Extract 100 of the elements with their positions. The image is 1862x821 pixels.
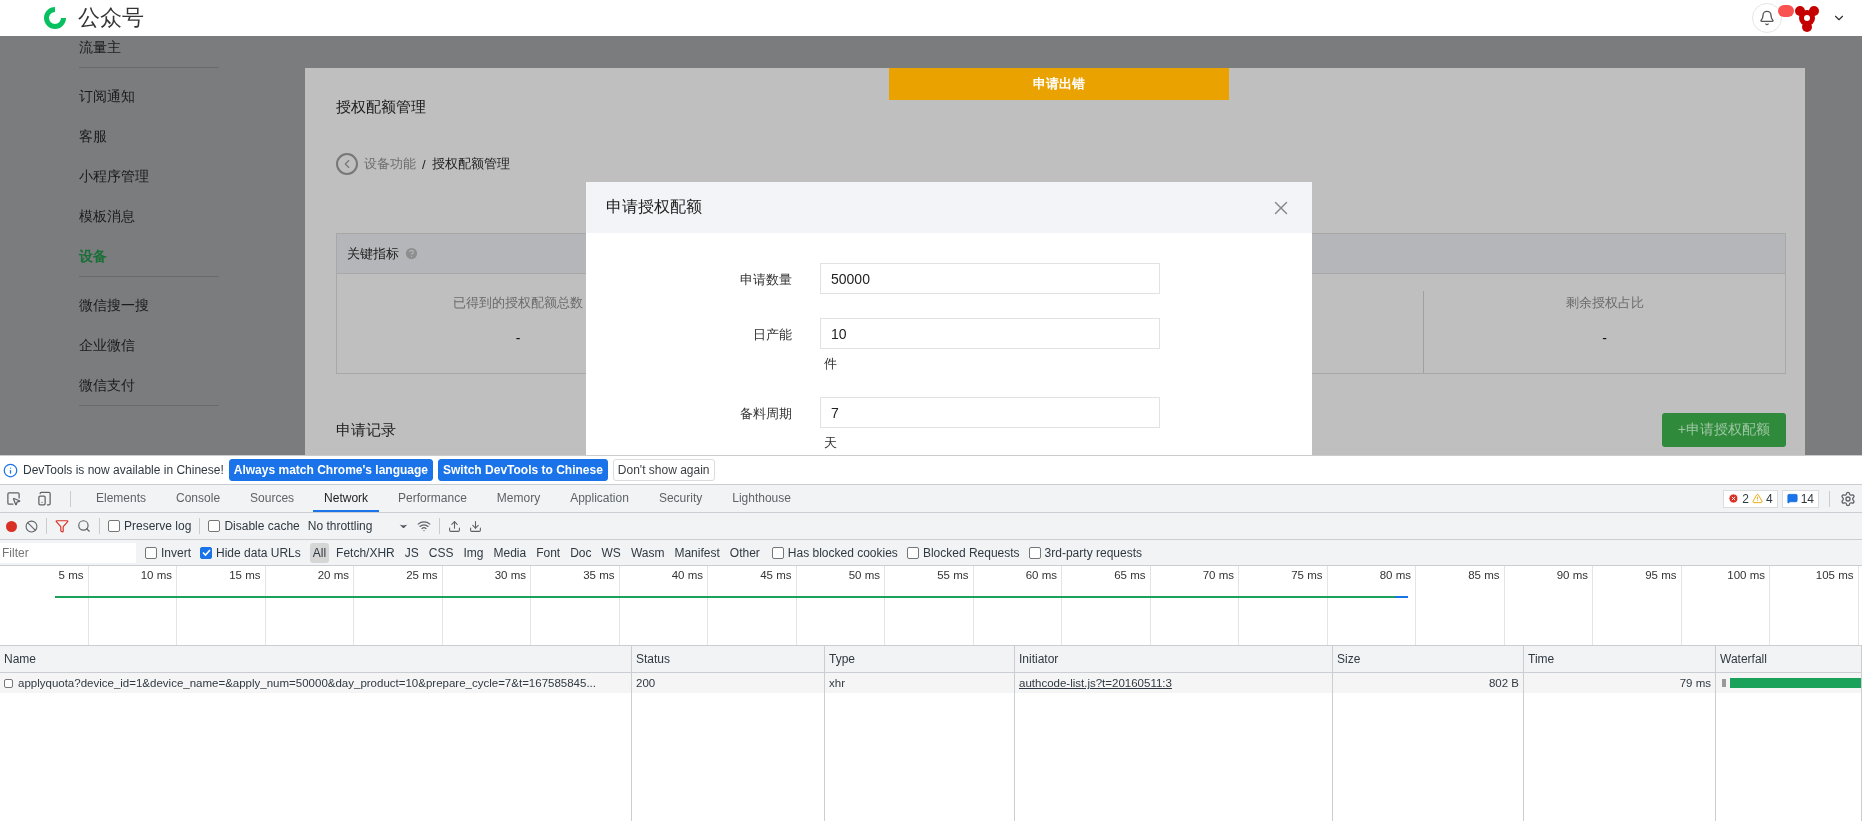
table-cell[interactable]: applyquota?device_id=1&device_name=&apply_num=50000&day_product=10&prepare_cycle=7&t=167585845... — [0, 673, 632, 693]
tick-label: 35 ms — [583, 569, 615, 581]
devtools-tab[interactable]: Memory — [485, 485, 552, 512]
tick-label: 25 ms — [406, 569, 438, 581]
error-icon — [1728, 493, 1740, 504]
type-filter[interactable]: Wasm — [627, 542, 668, 563]
checkbox[interactable] — [906, 546, 919, 559]
input-field[interactable]: 50000 — [820, 263, 1160, 294]
device-toolbar-icon[interactable] — [37, 491, 52, 506]
column-header[interactable]: Size — [1333, 646, 1524, 673]
metric-label: 剩余授权占比 — [1565, 294, 1644, 312]
checkbox-label: Has blocked cookies — [787, 545, 898, 560]
type-filter[interactable]: WS — [598, 542, 624, 563]
inspect-icon[interactable] — [6, 491, 21, 506]
checkbox[interactable] — [200, 546, 212, 559]
tick-label: 105 ms — [1815, 569, 1854, 581]
unit-label: 件 — [823, 355, 838, 373]
tick-label: 55 ms — [937, 569, 969, 581]
infobar-button[interactable]: Always match Chrome's language — [228, 459, 434, 481]
tick-label: 40 ms — [671, 569, 703, 581]
tick-label: 70 ms — [1202, 569, 1234, 581]
type-filter[interactable]: Img — [460, 542, 487, 563]
devtools-tab[interactable]: Performance — [387, 485, 478, 512]
sidebar-item[interactable]: 流量主 — [79, 36, 305, 67]
tick-label: 30 ms — [494, 569, 526, 581]
sidebar-item[interactable]: 企业微信 — [79, 325, 305, 365]
input-field[interactable]: 7 — [820, 397, 1160, 428]
upload-icon[interactable] — [448, 519, 462, 533]
checkbox[interactable] — [145, 546, 157, 559]
dialog-title: 申请授权配额 — [606, 197, 702, 217]
checkbox[interactable] — [108, 520, 120, 532]
sidebar-item[interactable]: 客服 — [79, 116, 305, 156]
throttling-select[interactable]: No throttling — [307, 519, 410, 533]
filter-icon[interactable] — [55, 519, 69, 533]
devtools-tab[interactable]: Application — [559, 485, 640, 512]
warning-count: 4 — [1765, 491, 1773, 506]
sidebar-item[interactable]: 小程序管理 — [79, 156, 305, 196]
tick-label: 5 ms — [58, 569, 84, 581]
type-filter[interactable]: Media — [490, 542, 530, 563]
checkbox[interactable] — [771, 546, 784, 559]
avatar-icon[interactable] — [1792, 4, 1822, 32]
type-filter[interactable]: JS — [401, 542, 422, 563]
infobar-button[interactable]: Don't show again — [612, 459, 715, 481]
clear-icon[interactable] — [25, 519, 38, 533]
metric-value: - — [1602, 330, 1607, 346]
column-header[interactable]: Name — [0, 646, 632, 673]
type-filter[interactable]: Fetch/XHR — [333, 542, 398, 563]
logo-icon — [42, 5, 68, 31]
unit-label: 天 — [823, 434, 838, 452]
type-filter[interactable]: CSS — [425, 542, 457, 563]
type-filter[interactable]: All — [309, 542, 330, 563]
field-label: 申请数量 — [739, 271, 792, 289]
tick-label: 75 ms — [1291, 569, 1323, 581]
sidebar-item[interactable]: 微信搜一搜 — [79, 285, 305, 325]
type-filter[interactable]: Other — [726, 542, 763, 563]
messages-counter[interactable]: 14 — [1781, 489, 1819, 508]
tick-label: 95 ms — [1645, 569, 1677, 581]
message-count: 14 — [1800, 491, 1814, 506]
table-cell: xhr — [825, 673, 1015, 693]
table-cell: 79 ms — [1524, 673, 1716, 693]
checkbox[interactable] — [1028, 546, 1041, 559]
search-icon[interactable] — [77, 519, 91, 533]
network-conditions-icon[interactable] — [417, 519, 432, 533]
column-header[interactable]: Type — [825, 646, 1015, 673]
type-filter[interactable]: Font — [533, 542, 564, 563]
type-filter[interactable]: Manifest — [671, 542, 723, 563]
back-icon[interactable] — [336, 153, 358, 175]
devtools-tab[interactable]: Security — [647, 485, 714, 512]
infobar-button[interactable]: Switch DevTools to Chinese — [438, 459, 608, 481]
column-header[interactable]: Time — [1524, 646, 1716, 673]
initiator-link[interactable]: authcode-list.js?t=20160511:3 — [1019, 677, 1172, 689]
sidebar-item[interactable]: 模板消息 — [79, 196, 305, 236]
sidebar-item[interactable]: 微信支付 — [79, 365, 305, 405]
download-icon[interactable] — [469, 519, 483, 533]
section-title: 申请记录 — [336, 420, 396, 440]
checkbox-label: Invert — [161, 545, 191, 560]
column-header[interactable]: Waterfall — [1716, 646, 1862, 673]
tick-label: 100 ms — [1727, 569, 1765, 581]
filter-input[interactable]: Filter — [0, 542, 136, 563]
devtools-tab[interactable]: Lighthouse — [721, 485, 802, 512]
tick-label: 85 ms — [1468, 569, 1500, 581]
type-filter[interactable]: Doc — [567, 542, 595, 563]
tick-label: 60 ms — [1025, 569, 1057, 581]
input-field[interactable]: 10 — [820, 318, 1160, 349]
issues-counter[interactable]: 2 4 — [1723, 489, 1778, 508]
column-header[interactable]: Status — [632, 646, 825, 673]
settings-icon[interactable] — [1840, 490, 1856, 507]
devtools-tab[interactable]: Console — [165, 485, 232, 512]
sidebar-item[interactable]: 订阅通知 — [79, 76, 305, 116]
tick-label: 90 ms — [1556, 569, 1588, 581]
tick-label: 65 ms — [1114, 569, 1146, 581]
field-label: 备料周期 — [739, 405, 792, 423]
checkbox[interactable] — [208, 520, 221, 532]
record-button[interactable] — [6, 520, 17, 532]
devtools-tab[interactable]: Elements — [85, 485, 158, 512]
tick-label: 15 ms — [229, 569, 261, 581]
breadcrumb-current: 授权配额管理 — [431, 155, 510, 173]
error-banner: 申请出错 — [889, 68, 1229, 100]
devtools-tab[interactable]: Sources — [239, 485, 306, 512]
column-header[interactable]: Initiator — [1015, 646, 1333, 673]
